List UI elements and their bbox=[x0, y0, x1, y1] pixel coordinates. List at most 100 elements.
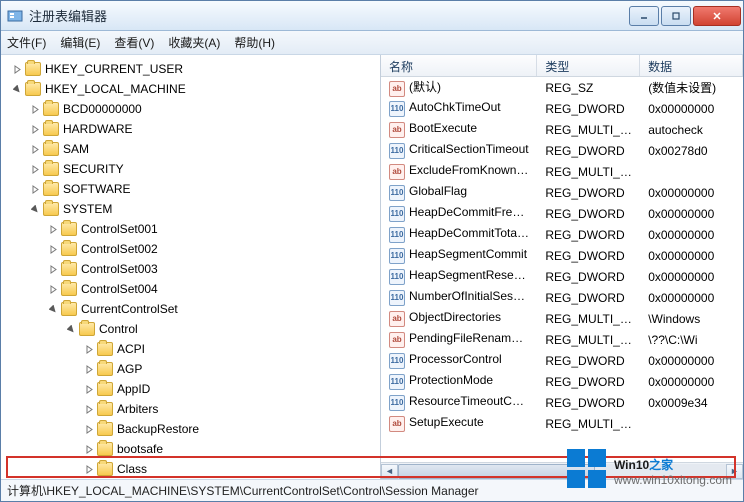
value-data: \Windows bbox=[640, 312, 743, 326]
list-row[interactable]: abObjectDirectoriesREG_MULTI_SZ\Windows bbox=[381, 308, 743, 329]
tree-item[interactable]: ControlSet004 bbox=[47, 279, 380, 299]
tree-item[interactable]: bootsafe bbox=[83, 439, 380, 459]
value-type: REG_MULTI_SZ bbox=[537, 333, 640, 347]
expand-icon[interactable] bbox=[29, 103, 41, 115]
expand-icon[interactable] bbox=[47, 243, 59, 255]
value-name: HeapSegmentReserve bbox=[409, 268, 530, 282]
list-row[interactable]: 110NumberOfInitialSessionsREG_DWORD0x000… bbox=[381, 287, 743, 308]
menu-edit[interactable]: 编辑(E) bbox=[60, 34, 100, 51]
expand-icon[interactable] bbox=[29, 163, 41, 175]
list-row[interactable]: abPendingFileRenameOpe...REG_MULTI_SZ\??… bbox=[381, 329, 743, 350]
tree-item[interactable]: SAM bbox=[29, 139, 380, 159]
value-data: 0x00000000 bbox=[640, 375, 743, 389]
collapse-icon[interactable] bbox=[11, 83, 23, 95]
list-row[interactable]: ab(默认)REG_SZ(数值未设置) bbox=[381, 77, 743, 98]
binary-value-icon: 110 bbox=[389, 269, 405, 285]
expand-icon[interactable] bbox=[47, 283, 59, 295]
value-name: ExcludeFromKnownDlls bbox=[409, 163, 536, 177]
tree-item[interactable]: CurrentControlSet bbox=[47, 299, 380, 319]
value-name: GlobalFlag bbox=[409, 184, 467, 198]
list-row[interactable]: 110HeapDeCommitFreeBlo...REG_DWORD0x0000… bbox=[381, 203, 743, 224]
tree-label: ControlSet003 bbox=[81, 262, 158, 276]
list-row[interactable]: 110CriticalSectionTimeoutREG_DWORD0x0027… bbox=[381, 140, 743, 161]
tree-item[interactable]: ControlSet003 bbox=[47, 259, 380, 279]
string-value-icon: ab bbox=[389, 122, 405, 138]
list-row[interactable]: 110ResourceTimeoutCountREG_DWORD0x0009e3… bbox=[381, 392, 743, 413]
list-row[interactable]: abExcludeFromKnownDllsREG_MULTI_SZ bbox=[381, 161, 743, 182]
tree-item[interactable]: Arbiters bbox=[83, 399, 380, 419]
expand-icon[interactable] bbox=[29, 183, 41, 195]
value-name: AutoChkTimeOut bbox=[409, 100, 501, 114]
menu-favorites[interactable]: 收藏夹(A) bbox=[168, 34, 220, 51]
list-row[interactable]: 110HeapSegmentCommitREG_DWORD0x00000000 bbox=[381, 245, 743, 266]
tree-item[interactable]: BCD00000000 bbox=[29, 99, 380, 119]
value-type: REG_DWORD bbox=[537, 102, 640, 116]
value-type: REG_DWORD bbox=[537, 291, 640, 305]
folder-icon bbox=[25, 82, 41, 96]
string-value-icon: ab bbox=[389, 416, 405, 432]
tree-item[interactable]: AppID bbox=[83, 379, 380, 399]
binary-value-icon: 110 bbox=[389, 353, 405, 369]
tree-item[interactable]: ACPI bbox=[83, 339, 380, 359]
menu-file[interactable]: 文件(F) bbox=[7, 34, 46, 51]
expand-icon[interactable] bbox=[83, 443, 95, 455]
tree-label: Arbiters bbox=[117, 402, 158, 416]
tree-item[interactable]: HKEY_CURRENT_USER bbox=[11, 59, 380, 79]
value-type: REG_DWORD bbox=[537, 144, 640, 158]
expand-icon[interactable] bbox=[11, 63, 23, 75]
list-row[interactable]: abBootExecuteREG_MULTI_SZautocheck bbox=[381, 119, 743, 140]
list-row[interactable]: 110ProtectionModeREG_DWORD0x00000000 bbox=[381, 371, 743, 392]
folder-icon bbox=[43, 102, 59, 116]
tree-item[interactable]: SYSTEM bbox=[29, 199, 380, 219]
tree-item[interactable]: ControlSet001 bbox=[47, 219, 380, 239]
expand-icon[interactable] bbox=[29, 123, 41, 135]
binary-value-icon: 110 bbox=[389, 206, 405, 222]
close-button[interactable] bbox=[693, 6, 741, 26]
expand-icon[interactable] bbox=[47, 223, 59, 235]
column-name[interactable]: 名称 bbox=[381, 55, 537, 76]
list-row[interactable]: 110GlobalFlagREG_DWORD0x00000000 bbox=[381, 182, 743, 203]
column-data[interactable]: 数据 bbox=[640, 55, 743, 76]
expand-icon[interactable] bbox=[29, 143, 41, 155]
scroll-left-arrow[interactable]: ◄ bbox=[381, 464, 398, 479]
list-row[interactable]: abSetupExecuteREG_MULTI_SZ bbox=[381, 413, 743, 434]
collapse-icon[interactable] bbox=[29, 203, 41, 215]
tree-item[interactable]: Control bbox=[65, 319, 380, 339]
minimize-button[interactable] bbox=[629, 6, 659, 26]
expand-icon[interactable] bbox=[83, 423, 95, 435]
expand-icon[interactable] bbox=[83, 403, 95, 415]
horizontal-scrollbar[interactable]: ◄ ► bbox=[381, 462, 743, 479]
menu-help[interactable]: 帮助(H) bbox=[234, 34, 275, 51]
menu-view[interactable]: 查看(V) bbox=[114, 34, 154, 51]
list-row[interactable]: 110HeapDeCommitTotalFre...REG_DWORD0x000… bbox=[381, 224, 743, 245]
tree-item[interactable]: BackupRestore bbox=[83, 419, 380, 439]
list-row[interactable]: 110AutoChkTimeOutREG_DWORD0x00000000 bbox=[381, 98, 743, 119]
value-data: 0x00000000 bbox=[640, 270, 743, 284]
collapse-icon[interactable] bbox=[65, 323, 77, 335]
expand-icon[interactable] bbox=[83, 363, 95, 375]
tree-item[interactable]: HARDWARE bbox=[29, 119, 380, 139]
expand-icon[interactable] bbox=[83, 383, 95, 395]
list-row[interactable]: 110ProcessorControlREG_DWORD0x00000000 bbox=[381, 350, 743, 371]
list-body[interactable]: ab(默认)REG_SZ(数值未设置) 110 AutoChkTimeOut REG_… bbox=[381, 77, 743, 462]
scroll-right-arrow[interactable]: ► bbox=[726, 464, 743, 479]
folder-icon bbox=[25, 62, 41, 76]
tree-item[interactable]: ControlSet002 bbox=[47, 239, 380, 259]
expand-icon[interactable] bbox=[83, 343, 95, 355]
value-type: REG_DWORD bbox=[537, 270, 640, 284]
binary-value-icon: 110 bbox=[389, 185, 405, 201]
titlebar[interactable]: 注册表编辑器 bbox=[1, 1, 743, 31]
list-row[interactable]: 110 HeapSegmentReserve REG_DWORD0x00000000 bbox=[381, 266, 743, 287]
expand-icon[interactable] bbox=[47, 263, 59, 275]
tree-item[interactable]: AGP bbox=[83, 359, 380, 379]
tree-item[interactable]: SOFTWARE bbox=[29, 179, 380, 199]
collapse-icon[interactable] bbox=[47, 303, 59, 315]
tree-item[interactable]: SECURITY bbox=[29, 159, 380, 179]
expand-icon[interactable] bbox=[83, 463, 95, 475]
tree-item[interactable]: Class bbox=[83, 459, 380, 479]
column-type[interactable]: 类型 bbox=[537, 55, 640, 76]
scroll-thumb[interactable] bbox=[398, 464, 595, 479]
tree-pane[interactable]: HKEY_CURRENT_USERHKEY_LOCAL_MACHINEBCD00… bbox=[1, 55, 381, 479]
tree-item[interactable]: HKEY_LOCAL_MACHINE bbox=[11, 79, 380, 99]
maximize-button[interactable] bbox=[661, 6, 691, 26]
